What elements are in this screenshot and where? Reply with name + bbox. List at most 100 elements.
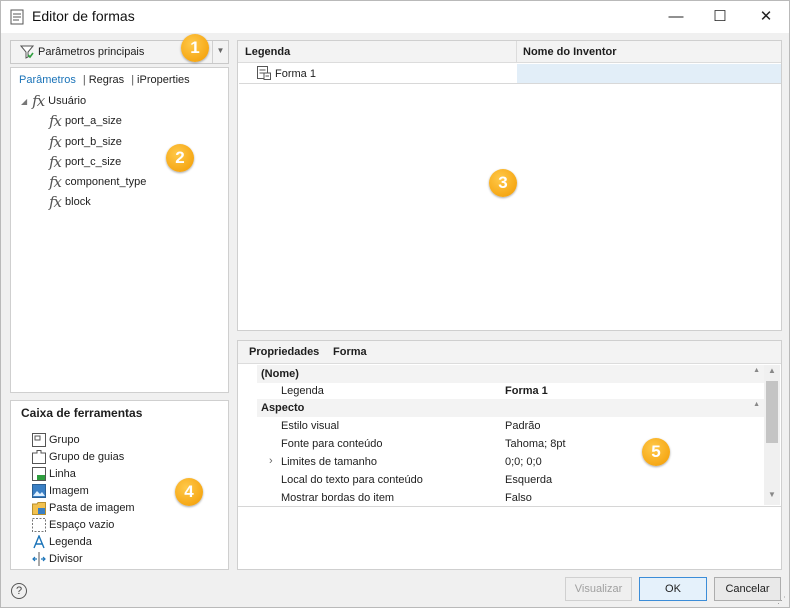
property-name: Local do texto para conteúdo [281,474,423,486]
tree-item-label: port_a_size [65,115,122,127]
function-icon: fx [49,173,62,191]
ok-button[interactable]: OK [639,577,707,601]
function-icon: fx [49,193,62,211]
tree-item[interactable]: fx block [49,193,91,211]
tree-item-label: port_c_size [65,156,122,168]
properties-object: Forma [333,346,367,358]
tab-rules[interactable]: Regras [89,74,124,86]
toolbox-item-label: Grupo [49,434,80,446]
property-value[interactable]: Padrão [505,420,540,432]
tree-node-user[interactable]: ◢ fx Usuário [21,92,86,110]
tab-separator: | [131,74,135,86]
resize-grip-icon[interactable]: ⋰ [777,595,786,606]
toolbox-item-label: Legenda [49,536,92,548]
property-row[interactable]: › Limites de tamanho 0;0; 0;0 [257,453,764,471]
filter-icon [20,45,34,59]
toolbox-item-label: Grupo de guias [49,451,125,463]
function-icon: fx [32,92,45,110]
minimize-button[interactable]: — [653,1,699,33]
property-value[interactable]: Esquerda [505,474,552,486]
toolbox-item-label: Imagem [49,485,89,497]
label-icon [33,535,45,549]
function-icon: fx [49,153,62,171]
callout-badge-3: 3 [489,169,517,197]
properties-scrollbar[interactable]: ▲ ▼ [764,365,780,505]
property-name: Estilo visual [281,420,340,432]
property-value[interactable]: Tahoma; 8pt [505,438,566,450]
row-icon [32,467,46,481]
toolbox-item-label: Divisor [49,553,83,565]
window-title: Editor de formas [32,8,135,24]
property-row[interactable]: Local do texto para conteúdo Esquerda [257,471,764,489]
property-row[interactable]: Estilo visual Padrão [257,417,764,435]
property-category-label: Aspecto [261,402,305,414]
preview-button[interactable]: Visualizar [565,577,632,601]
collapse-icon[interactable]: ▲ [753,401,760,408]
property-name: Legenda [281,385,324,397]
empty-space-icon [32,518,46,532]
property-value[interactable]: 0;0; 0;0 [505,456,542,468]
grid-header: Legenda Nome do Inventor [238,41,781,63]
toolbox-item-group[interactable]: Grupo [32,433,80,447]
form-editor-icon [10,9,24,25]
grid-cell-legend[interactable]: Forma 1 [255,64,517,83]
function-icon: fx [49,133,62,151]
property-row[interactable]: Mostrar bordas do item Falso [257,489,764,507]
callout-badge-4: 4 [175,478,203,506]
column-header-inventor-name[interactable]: Nome do Inventor [523,46,617,58]
group-icon [32,433,46,447]
toolbox-item-label[interactable]: Legenda [32,535,92,549]
property-category-label: (Nome) [261,368,299,380]
chevron-down-icon[interactable]: ▼ [212,41,228,63]
shape-editor-window: Editor de formas — ☐ ✕ Parâmetros princi… [0,0,790,608]
toolbox-item-empty-space[interactable]: Espaço vazio [32,518,114,532]
callout-badge-5: 5 [642,438,670,466]
help-icon[interactable]: ? [11,583,27,599]
scroll-up-arrow-icon[interactable]: ▲ [764,366,780,380]
properties-title: Propriedades [249,346,320,358]
scroll-down-arrow-icon[interactable]: ▼ [764,490,780,504]
expand-chevron-icon[interactable]: › [269,455,273,467]
tree-item-label: port_b_size [65,136,122,148]
toolbox-item-label: Linha [49,468,76,480]
parameter-tabs: Parâmetros | Regras | iProperties [19,74,193,86]
property-row[interactable]: Fonte para conteúdo Tahoma; 8pt [257,435,764,453]
toolbox-title: Caixa de ferramentas [21,406,143,420]
cancel-button[interactable]: Cancelar [714,577,781,601]
splitter-icon [32,552,46,566]
column-divider[interactable] [516,41,517,63]
close-button[interactable]: ✕ [743,1,789,33]
property-name: Mostrar bordas do item [281,492,395,504]
callout-badge-2: 2 [166,144,194,172]
toolbox-item-image-folder[interactable]: Pasta de imagem [32,501,135,515]
maximize-button[interactable]: ☐ [697,1,743,33]
function-icon: fx [49,112,62,130]
grid-cell-inventor-name[interactable] [517,64,781,83]
title-bar: Editor de formas — ☐ ✕ [1,1,789,33]
form-name: Forma 1 [275,68,316,80]
property-row[interactable]: Legenda Forma 1 [257,382,764,400]
property-category-appearance[interactable]: Aspecto ▲ [257,399,764,417]
property-category-name[interactable]: (Nome) ▲ [257,365,764,383]
table-row[interactable]: Forma 1 [239,64,781,84]
toolbox-item-image[interactable]: Imagem [32,484,89,498]
property-value[interactable]: Falso [505,492,532,504]
expand-triangle-icon[interactable]: ◢ [21,97,27,106]
toolbox-item-tab-group[interactable]: Grupo de guias [32,450,124,464]
toolbox-item-label: Pasta de imagem [49,502,135,514]
tab-group-icon [32,450,46,464]
property-value[interactable]: Forma 1 [505,385,548,397]
tab-parameters[interactable]: Parâmetros [19,74,76,86]
tree-item[interactable]: fx component_type [49,173,146,191]
scroll-thumb[interactable] [766,381,778,443]
tab-iproperties[interactable]: iProperties [137,74,190,86]
toolbox-item-splitter[interactable]: Divisor [32,552,83,566]
tree-item[interactable]: fx port_a_size [49,112,122,130]
tree-item[interactable]: fx port_b_size [49,133,122,151]
tree-item[interactable]: fx port_c_size [49,153,121,171]
toolbox-item-row[interactable]: Linha [32,467,76,481]
toolbox-item-label: Espaço vazio [49,519,115,531]
property-name: Fonte para conteúdo [281,438,383,450]
column-header-legend[interactable]: Legenda [245,46,290,58]
collapse-icon[interactable]: ▲ [753,367,760,374]
